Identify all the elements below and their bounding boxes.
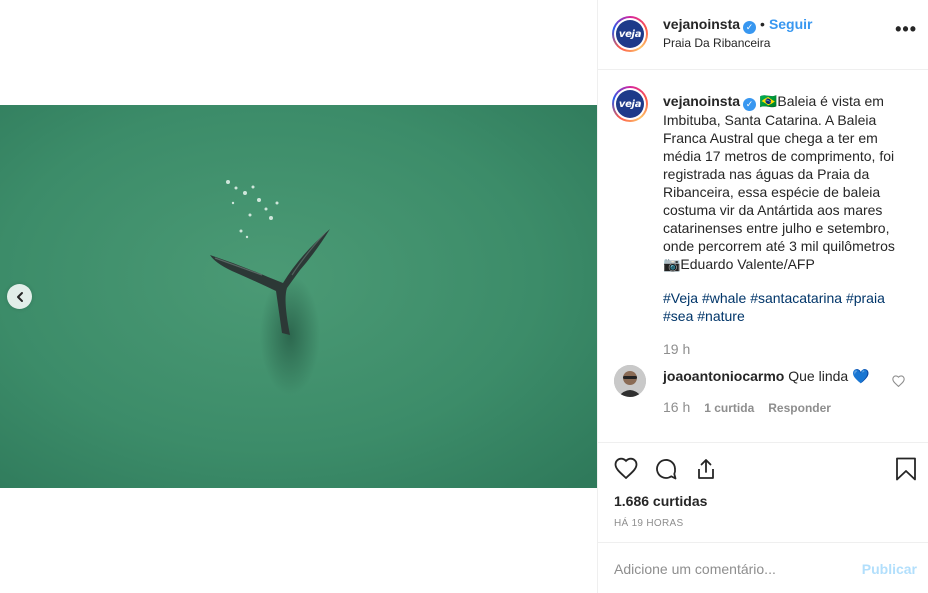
hashtag-link[interactable]: #santacatarina bbox=[750, 290, 842, 306]
more-options-button[interactable]: ••• bbox=[895, 19, 917, 40]
hashtag-link[interactable]: #Veja bbox=[663, 290, 698, 306]
post-media bbox=[0, 0, 597, 593]
previous-image-button[interactable] bbox=[7, 284, 32, 309]
follow-button[interactable]: Seguir bbox=[769, 16, 813, 32]
caption: vejanoinsta ✓ 🇧🇷Baleia é vista em Imbitub… bbox=[663, 92, 913, 273]
caption-time[interactable]: 19 h bbox=[663, 341, 690, 357]
chevron-left-icon bbox=[16, 291, 23, 302]
hashtag-link[interactable]: #sea bbox=[663, 308, 693, 324]
comment-likes[interactable]: 1 curtida bbox=[704, 401, 754, 415]
whale-photo bbox=[0, 105, 597, 488]
post-location[interactable]: Praia Da Ribanceira bbox=[663, 36, 770, 50]
bookmark-icon bbox=[896, 457, 916, 481]
account-avatar[interactable]: veja bbox=[612, 16, 648, 52]
publish-button[interactable]: Publicar bbox=[862, 561, 917, 577]
comment: joaoantoniocarmo Que linda 💙 bbox=[663, 367, 883, 385]
comment-text: Que linda bbox=[788, 368, 849, 384]
comment-icon bbox=[656, 459, 677, 480]
comment-input[interactable] bbox=[614, 559, 854, 579]
heart-icon bbox=[614, 457, 638, 480]
post-timestamp[interactable]: HÁ 19 HORAS bbox=[614, 518, 683, 529]
veja-logo: veja bbox=[616, 20, 644, 48]
likes-count[interactable]: 1.686 curtidas bbox=[614, 493, 707, 509]
comment-meta: 16 h 1 curtida Responder bbox=[663, 399, 831, 415]
separator-dot: • bbox=[760, 16, 765, 32]
verified-badge-icon: ✓ bbox=[743, 21, 757, 34]
post-actions: 1.686 curtidas HÁ 19 HORAS bbox=[598, 442, 928, 542]
hashtag-link[interactable]: #nature bbox=[697, 308, 744, 324]
comment-button[interactable] bbox=[654, 457, 678, 486]
reply-button[interactable]: Responder bbox=[768, 401, 831, 415]
commenter-avatar[interactable] bbox=[614, 365, 646, 397]
caption-avatar[interactable]: veja bbox=[612, 86, 648, 122]
veja-logo: veja bbox=[616, 90, 644, 118]
comments-section: veja vejanoinsta ✓ 🇧🇷Baleia é vista em Im… bbox=[598, 70, 928, 442]
add-comment-bar: Publicar bbox=[598, 542, 928, 593]
caption-body: 🇧🇷Baleia é vista em Imbituba, Santa Cata… bbox=[663, 93, 895, 254]
hashtag-link[interactable]: #praia bbox=[846, 290, 885, 306]
post-photo[interactable] bbox=[0, 105, 597, 488]
heart-icon bbox=[892, 375, 905, 388]
account-username[interactable]: vejanoinsta bbox=[663, 16, 740, 32]
blue-heart-emoji: 💙 bbox=[852, 368, 870, 384]
person-photo bbox=[614, 365, 646, 397]
like-button[interactable] bbox=[614, 457, 638, 484]
caption-hashtags: #Veja #whale #santacatarina #praia #sea … bbox=[663, 289, 913, 325]
post-side-panel: veja vejanoinsta ✓ • Seguir Praia Da Ribanc… bbox=[597, 0, 928, 593]
verified-badge-icon: ✓ bbox=[743, 98, 757, 111]
caption-username[interactable]: vejanoinsta bbox=[663, 93, 740, 109]
share-icon bbox=[698, 459, 714, 479]
like-comment-button[interactable] bbox=[892, 374, 905, 392]
comment-username[interactable]: joaoantoniocarmo bbox=[663, 368, 784, 384]
caption-credit: 📷Eduardo Valente/AFP bbox=[663, 256, 815, 272]
comment-time[interactable]: 16 h bbox=[663, 399, 690, 415]
share-button[interactable] bbox=[694, 457, 718, 486]
hashtag-link[interactable]: #whale bbox=[702, 290, 746, 306]
post-header: veja vejanoinsta ✓ • Seguir Praia Da Ribanc… bbox=[598, 0, 928, 70]
save-button[interactable] bbox=[895, 457, 917, 486]
